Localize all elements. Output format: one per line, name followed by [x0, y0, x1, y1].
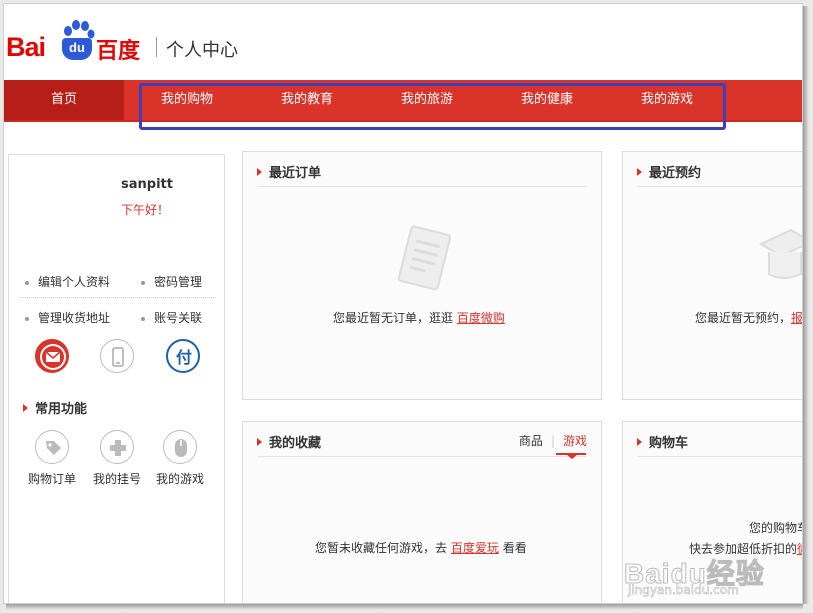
baidu-aiwan-link[interactable]: 百度爱玩	[451, 541, 499, 555]
bullet-icon	[25, 280, 29, 285]
page-title: 个人中心	[166, 40, 238, 61]
register-link[interactable]: 报个	[791, 311, 802, 325]
address-manage-label: 管理收货地址	[38, 311, 111, 325]
frame-shadow-right	[803, 6, 809, 604]
orders-empty-message: 您最近暂无订单，逛逛 百度微购	[333, 309, 505, 326]
shopping-orders-label[interactable]: 购物订单	[17, 470, 87, 487]
password-manage-label: 密码管理	[154, 275, 203, 289]
reservations-empty-text: 您最近暂无预约，	[695, 311, 792, 325]
my-favorites-title: 我的收藏	[257, 432, 321, 451]
browser-page: Bai du 百度 个人中心 首页 我的购物 我的教育 我的旅游 我的健康 我的…	[3, 3, 803, 604]
reservations-empty-message: 您最近暂无预约，报个	[695, 309, 802, 326]
my-favorites-label: 我的收藏	[269, 436, 322, 451]
password-manage-link[interactable]: 密码管理	[141, 273, 202, 290]
logo-du-text: du	[62, 38, 92, 60]
graduation-cap-icon	[758, 228, 802, 279]
divider	[257, 186, 587, 187]
favorites-empty-text: 您暂未收藏任何游戏，去	[315, 541, 448, 555]
recent-reservations-card: 最近预约 您最近暂无预约，报个	[622, 151, 802, 400]
orders-empty-text: 您最近暂无订单，逛逛	[333, 311, 454, 325]
cart-line-1: 您的购物车	[749, 521, 802, 535]
bullet-icon	[141, 280, 145, 285]
recent-orders-card: 最近订单 您最近暂无订单，逛逛 百度微购	[242, 151, 602, 400]
my-favorites-card: 我的收藏 商品 | 游戏 您暂未收藏任何游戏，去 百度爱玩 看看	[242, 421, 602, 603]
arrow-icon	[637, 438, 642, 446]
arrow-icon	[23, 404, 28, 412]
tab-games[interactable]: 游戏	[563, 434, 587, 448]
tag-icon	[46, 441, 61, 455]
tab-separator: |	[550, 434, 555, 448]
favorites-empty-message: 您暂未收藏任何游戏，去 百度爱玩 看看	[315, 539, 527, 556]
active-tab-caret-icon	[567, 455, 577, 459]
divider	[637, 186, 802, 187]
header: Bai du 百度 个人中心	[4, 4, 802, 80]
account-link-label: 账号关联	[154, 311, 203, 325]
bullet-icon	[25, 316, 29, 321]
my-registration-label[interactable]: 我的挂号	[82, 470, 152, 487]
phone-icon	[112, 347, 124, 367]
arrow-icon	[257, 438, 262, 446]
tab-products[interactable]: 商品	[519, 434, 543, 448]
mouse-icon	[175, 439, 187, 457]
edit-profile-link[interactable]: 编辑个人资料	[25, 273, 110, 290]
baidu-jingyan-watermark: Baidu经验 jingyan.baidu.com	[624, 552, 794, 602]
recent-orders-label: 最近订单	[269, 166, 322, 181]
bullet-icon	[141, 316, 145, 321]
profile-panel: sanpitt 下午好！ 编辑个人资料 密码管理 管理收货地址 账号关联 付 常…	[8, 154, 225, 603]
plus-icon	[110, 440, 126, 456]
nav-home[interactable]: 首页	[4, 80, 124, 120]
my-games-label[interactable]: 我的游戏	[145, 470, 215, 487]
my-games-button[interactable]	[163, 430, 197, 464]
shopping-orders-button[interactable]	[35, 430, 69, 464]
arrow-icon	[637, 168, 642, 176]
recent-reservations-title: 最近预约	[637, 162, 701, 181]
divider	[19, 297, 216, 298]
alipay-button[interactable]: 付	[166, 339, 200, 373]
shopping-cart-title: 购物车	[637, 432, 688, 451]
favorites-tabs: 商品 | 游戏	[519, 432, 587, 449]
username: sanpitt	[121, 177, 173, 192]
arrow-icon	[257, 168, 262, 176]
baidu-logo[interactable]: Bai du 百度	[6, 20, 156, 64]
common-functions-label: 常用功能	[35, 402, 88, 417]
annotation-highlight-box	[139, 83, 726, 130]
alipay-icon: 付	[176, 348, 192, 367]
divider	[637, 456, 802, 457]
mail-icon	[40, 344, 66, 370]
favorites-suffix: 看看	[502, 541, 527, 555]
recent-orders-title: 最近订单	[257, 162, 321, 181]
address-manage-link[interactable]: 管理收货地址	[25, 309, 110, 326]
edit-profile-label: 编辑个人资料	[38, 275, 111, 289]
watermark-url: jingyan.baidu.com	[628, 583, 739, 598]
common-functions-title: 常用功能	[23, 398, 87, 417]
logo-cn-text: 百度	[96, 39, 141, 64]
receipt-icon	[397, 225, 452, 291]
shopping-cart-label: 购物车	[649, 436, 689, 451]
phone-button[interactable]	[100, 339, 134, 373]
logo-bai-text: Bai	[6, 32, 46, 62]
mail-button[interactable]	[35, 339, 69, 373]
my-registration-button[interactable]	[100, 430, 134, 464]
account-link-link[interactable]: 账号关联	[141, 309, 202, 326]
header-divider	[156, 37, 157, 57]
svg-text:付: 付	[176, 348, 192, 367]
frame-shadow-bottom	[6, 604, 803, 610]
recent-reservations-label: 最近预约	[649, 166, 702, 181]
greeting: 下午好！	[121, 203, 170, 217]
baidu-weigou-link[interactable]: 百度微购	[457, 311, 505, 325]
divider	[257, 456, 587, 457]
